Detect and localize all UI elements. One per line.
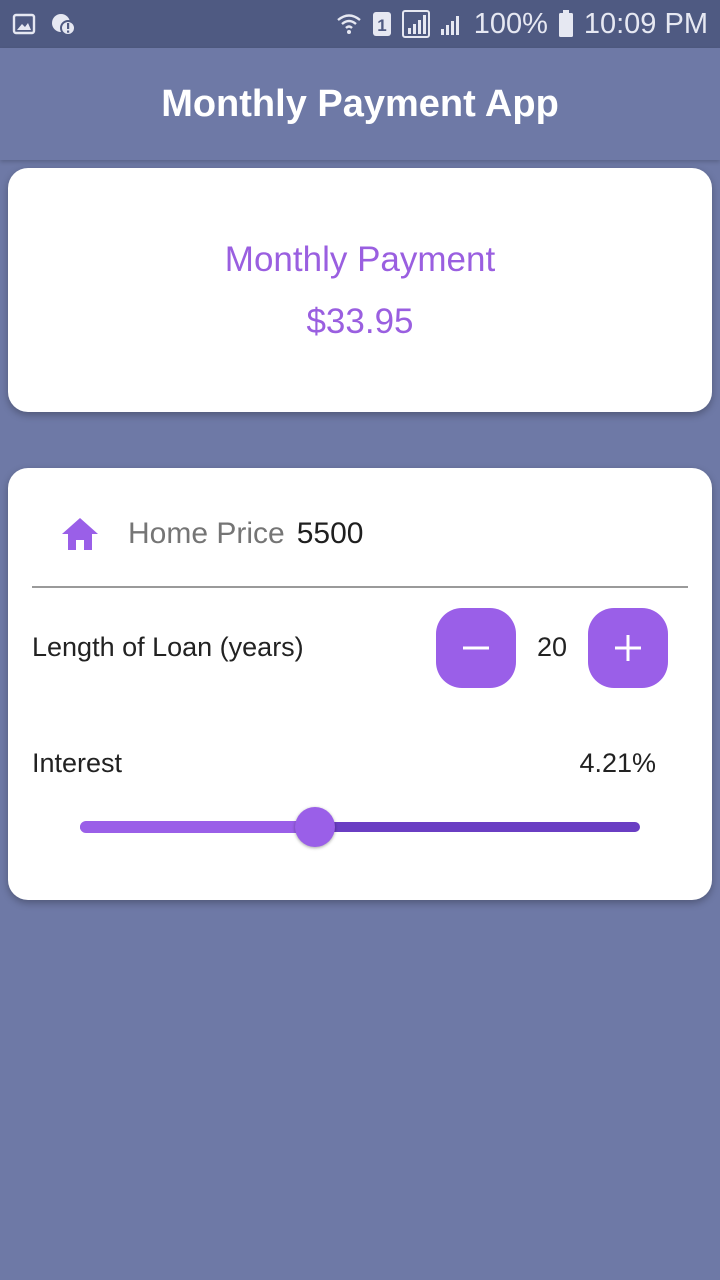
- decrease-loan-button[interactable]: [436, 608, 516, 688]
- sim-icon: 1: [372, 11, 392, 37]
- plus-icon: [615, 635, 641, 661]
- monthly-payment-label: Monthly Payment: [224, 240, 496, 279]
- interest-slider[interactable]: [80, 806, 640, 847]
- interest-label: Interest: [32, 748, 123, 778]
- increase-loan-button[interactable]: [588, 608, 668, 688]
- monthly-payment-value: $33.95: [306, 302, 414, 341]
- sim-slot-number: 1: [377, 16, 386, 35]
- monthly-payment-card: Monthly Payment $33.95: [8, 168, 712, 412]
- signal-icon: [401, 10, 430, 38]
- notification-icon: [50, 11, 76, 37]
- status-bar: 1 100% 10:09 PM: [0, 0, 720, 48]
- loan-length-value: 20: [536, 632, 568, 662]
- signal-icon: [440, 11, 464, 37]
- loan-form-card: Home Price 5500 Length of Loan (years) 2…: [8, 468, 712, 900]
- image-icon: [12, 12, 36, 36]
- home-icon: [60, 514, 100, 554]
- app-bar: Monthly Payment App: [0, 48, 720, 160]
- app-title: Monthly Payment App: [161, 82, 559, 125]
- home-price-input[interactable]: 5500: [297, 517, 364, 551]
- status-time: 10:09 PM: [583, 7, 708, 40]
- home-price-field[interactable]: Home Price 5500: [60, 514, 363, 554]
- wifi-icon: [336, 11, 362, 37]
- input-underline: [32, 586, 688, 588]
- loan-length-label: Length of Loan (years): [32, 632, 304, 662]
- slider-active-track: [80, 821, 316, 833]
- interest-value: 4.21%: [579, 748, 656, 778]
- home-price-label: Home Price: [128, 517, 285, 550]
- minus-icon: [463, 646, 489, 650]
- slider-thumb[interactable]: [295, 807, 336, 847]
- battery-percent: 100%: [473, 7, 548, 40]
- battery-icon: [558, 10, 574, 38]
